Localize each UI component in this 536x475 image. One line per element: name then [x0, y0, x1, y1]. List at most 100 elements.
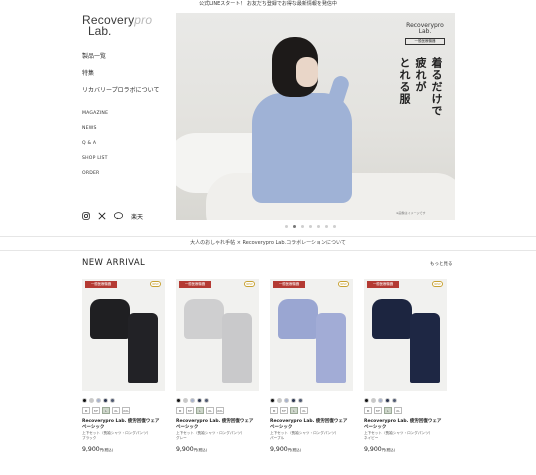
- color-swatch[interactable]: [291, 398, 296, 403]
- product-card[interactable]: 一般医療機器 NEW M M* L XL Recoverypro Lab. 疲労回復ウ…: [270, 279, 353, 453]
- product-price: 9,900円(税込): [176, 446, 259, 453]
- size-options: M M* L XL: [364, 407, 447, 414]
- color-swatches: [270, 398, 353, 403]
- size-option[interactable]: XL: [300, 407, 308, 414]
- product-color: ネイビー: [364, 435, 379, 440]
- size-option[interactable]: XL: [206, 407, 214, 414]
- size-option[interactable]: M*: [374, 407, 382, 414]
- color-swatch[interactable]: [284, 398, 289, 403]
- color-swatch[interactable]: [364, 398, 369, 403]
- product-title[interactable]: Recoverypro Lab. 疲労回復ウェア: [364, 419, 447, 425]
- color-swatch[interactable]: [82, 398, 87, 403]
- price-value: 9,900: [364, 446, 382, 453]
- size-option[interactable]: XXL: [216, 407, 224, 414]
- size-option[interactable]: XL: [112, 407, 120, 414]
- line-icon[interactable]: [114, 212, 123, 222]
- carousel-dots: [285, 225, 336, 228]
- product-card[interactable]: 一般医療機器 NEW M M* L XL XXL Recoverypro Lab. 疲労…: [82, 279, 165, 453]
- product-image[interactable]: 一般医療機器 NEW: [270, 279, 353, 391]
- size-option[interactable]: XL: [394, 407, 402, 414]
- rakuten-icon[interactable]: 楽天: [131, 213, 143, 222]
- hero-copy-3: とれる服: [398, 57, 411, 105]
- product-image[interactable]: 一般医療機器 NEW: [364, 279, 447, 391]
- color-swatch[interactable]: [270, 398, 275, 403]
- site-logo[interactable]: Recoverypro Lab.: [82, 14, 152, 38]
- product-card[interactable]: 一般医療機器 NEW M M* L XL Recoverypro Lab. 疲労回復ウ…: [364, 279, 447, 453]
- product-title-line2[interactable]: ベーシック: [270, 425, 353, 431]
- size-option[interactable]: M: [82, 407, 90, 414]
- color-swatch[interactable]: [378, 398, 383, 403]
- nav-item-products[interactable]: 製品一覧: [82, 52, 172, 69]
- size-options: M M* L XL: [270, 407, 353, 414]
- product-title-line2[interactable]: ベーシック: [364, 425, 447, 431]
- product-image[interactable]: 一般医療機器 NEW: [82, 279, 165, 391]
- nav-item-magazine[interactable]: MAGAZINE: [82, 109, 172, 124]
- size-option[interactable]: M: [176, 407, 184, 414]
- product-title[interactable]: Recoverypro Lab. 疲労回復ウェア: [176, 419, 259, 425]
- nav-item-order[interactable]: ORDER: [82, 169, 172, 184]
- product-title[interactable]: Recoverypro Lab. 疲労回復ウェア: [270, 419, 353, 425]
- color-swatch[interactable]: [176, 398, 181, 403]
- product-title-line2[interactable]: ベーシック: [82, 425, 165, 431]
- carousel-dot[interactable]: [325, 225, 328, 228]
- new-badge: NEW: [150, 281, 161, 287]
- x-icon[interactable]: [98, 212, 106, 222]
- carousel-dot[interactable]: [285, 225, 288, 228]
- color-swatch[interactable]: [371, 398, 376, 403]
- color-swatch[interactable]: [392, 398, 397, 403]
- collab-link[interactable]: 大人のおしゃれ手帖 × Recoverypro Lab.コラボレーションについて: [0, 236, 536, 250]
- size-option[interactable]: L: [196, 407, 204, 414]
- color-swatch[interactable]: [183, 398, 188, 403]
- color-swatch[interactable]: [103, 398, 108, 403]
- product-title-line2[interactable]: ベーシック: [176, 425, 259, 431]
- size-option[interactable]: M*: [280, 407, 288, 414]
- hero-logo-tag: 一般医療機器: [405, 38, 445, 45]
- nav-item-qa[interactable]: Q & A: [82, 139, 172, 154]
- product-title[interactable]: Recoverypro Lab. 疲労回復ウェア: [82, 419, 165, 425]
- nav-item-shop-list[interactable]: SHOP LIST: [82, 154, 172, 169]
- color-swatch[interactable]: [96, 398, 101, 403]
- color-swatch[interactable]: [197, 398, 202, 403]
- size-option[interactable]: M*: [92, 407, 100, 414]
- color-swatches: [176, 398, 259, 403]
- medical-device-badge: 一般医療機器: [179, 281, 211, 288]
- color-swatch[interactable]: [277, 398, 282, 403]
- carousel-dot[interactable]: [333, 225, 336, 228]
- color-swatch[interactable]: [190, 398, 195, 403]
- hero-logo: Recoverypro Lab. 一般医療機器: [405, 23, 445, 45]
- hero-banner[interactable]: Recoverypro Lab. 一般医療機器 着るだけで 疲れが とれる服 ※…: [176, 13, 455, 220]
- size-options: M M* L XL XXL: [176, 407, 259, 414]
- color-swatches: [364, 398, 447, 403]
- carousel-dot[interactable]: [301, 225, 304, 228]
- medical-device-badge: 一般医療機器: [273, 281, 305, 288]
- nav-item-about[interactable]: リカバリープロラボについて: [82, 86, 172, 109]
- product-image[interactable]: 一般医療機器 NEW: [176, 279, 259, 391]
- size-option[interactable]: M: [364, 407, 372, 414]
- size-option[interactable]: M*: [186, 407, 194, 414]
- hero-model-face: [296, 57, 318, 87]
- size-option[interactable]: XXL: [122, 407, 130, 414]
- nav-item-news[interactable]: NEWS: [82, 124, 172, 139]
- size-option[interactable]: L: [384, 407, 392, 414]
- new-badge: NEW: [432, 281, 443, 287]
- size-option[interactable]: L: [102, 407, 110, 414]
- color-swatch[interactable]: [110, 398, 115, 403]
- announcement-bar[interactable]: 公式LINEスタート！ お友だち登録でお得な最新情報を発信中: [0, 0, 536, 9]
- instagram-icon[interactable]: [82, 212, 90, 222]
- size-option[interactable]: M: [270, 407, 278, 414]
- product-card[interactable]: 一般医療機器 NEW M M* L XL XXL Recoverypro Lab. 疲労…: [176, 279, 259, 453]
- carousel-dot[interactable]: [317, 225, 320, 228]
- color-swatch[interactable]: [298, 398, 303, 403]
- color-swatch[interactable]: [385, 398, 390, 403]
- carousel-dot-active[interactable]: [293, 225, 296, 228]
- color-swatch[interactable]: [89, 398, 94, 403]
- see-more-link[interactable]: もっと見る: [430, 261, 453, 267]
- color-swatch[interactable]: [204, 398, 209, 403]
- side-nav: 製品一覧 特集 リカバリープロラボについて MAGAZINE NEWS Q & …: [82, 52, 172, 184]
- product-shirt: [90, 299, 130, 339]
- divider: [0, 250, 536, 251]
- carousel-dot[interactable]: [309, 225, 312, 228]
- size-option[interactable]: L: [290, 407, 298, 414]
- nav-item-features[interactable]: 特集: [82, 69, 172, 86]
- product-shirt: [278, 299, 318, 339]
